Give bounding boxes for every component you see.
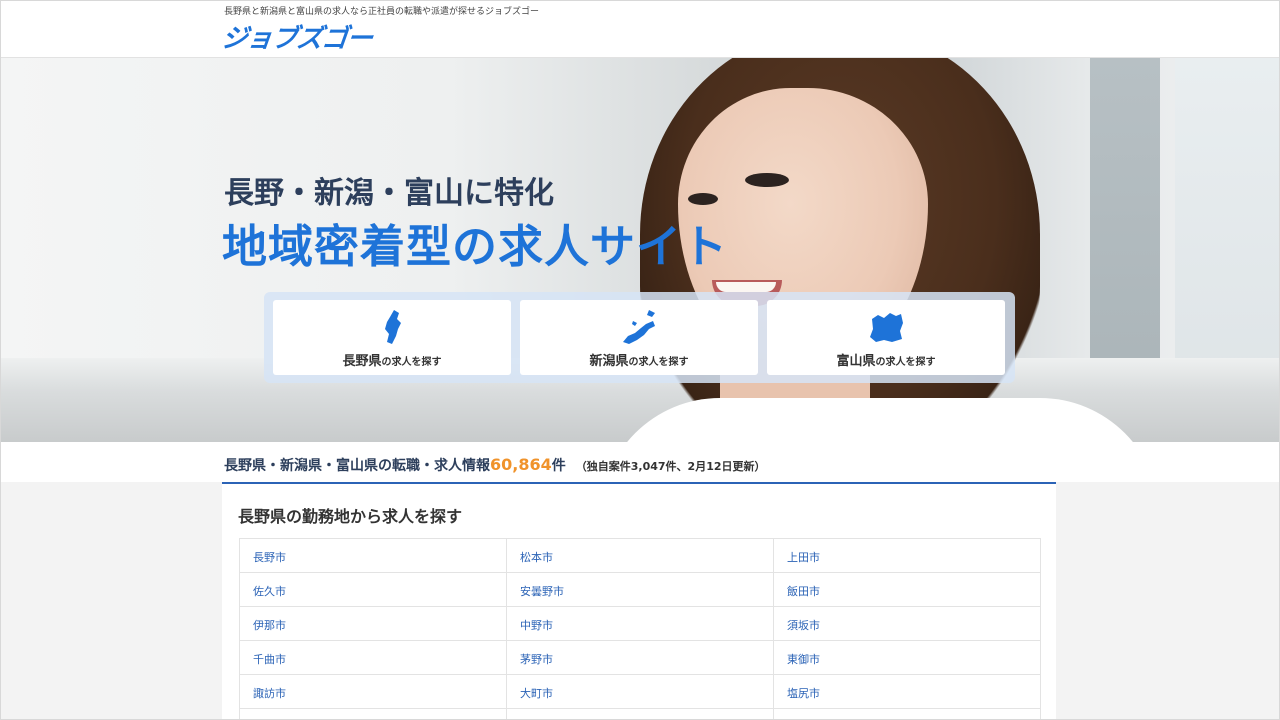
hero-subtitle: 長野・新潟・富山に特化 [224,176,554,211]
toyama-search-button[interactable]: 富山県の求人を探す [767,300,1005,375]
city-link[interactable]: 中野市 [507,607,774,641]
job-stats-bar: 長野県・新潟県・富山県の転職・求人情報60,864件 （独自案件3,047件、2月… [0,442,1280,482]
toyama-map-icon [870,313,903,342]
hero-title: 地域密着型の求人サイト [222,220,729,273]
city-link[interactable]: 塩尻市 [774,675,1041,709]
city-link-table: 長野市 松本市 上田市 佐久市 安曇野市 飯田市 伊那市 中野市 須坂市 千曲市 茅野市 東御市 諏訪市… [239,538,1041,720]
city-row: 伊那市 中野市 須坂市 [240,607,1041,641]
hero-banner: 長野・新潟・富山に特化 地域密着型の求人サイト 長野県の求人を探す 新潟県の求人… [0,58,1280,442]
prefecture-selector: 長野県の求人を探す 新潟県の求人を探す 富山県の求人を探す [264,292,1015,383]
nagano-map-icon [385,310,401,344]
city-link[interactable]: 大町市 [507,675,774,709]
site-tagline: 長野県と新潟県と富山県の求人なら正社員の転職や派遣が探せるジョブズゴー [224,7,540,17]
job-count-unit: 件 [551,458,566,474]
job-count: 60,864 [490,455,552,474]
city-link[interactable]: 伊那市 [240,607,507,641]
toyama-search-label: 富山県の求人を探す [836,354,936,369]
job-stats-label: 長野県・新潟県・富山県の転職・求人情報 [224,458,490,474]
city-link[interactable]: 松本市 [507,539,774,573]
city-link[interactable]: 長野市 [240,539,507,573]
city-row: 諏訪市 大町市 塩尻市 [240,675,1041,709]
city-link[interactable]: 諏訪市 [240,675,507,709]
niigata-search-label: 新潟県の求人を探す [589,354,689,369]
city-link[interactable]: 岡谷市 [507,709,774,720]
city-link[interactable]: 茅野市 [507,641,774,675]
nagano-search-label: 長野県の求人を探す [342,354,442,369]
job-stats-note: （独自案件3,047件、2月12日更新） [575,460,766,473]
city-link[interactable]: 須坂市 [774,607,1041,641]
nagano-city-section: 長野県の勤務地から求人を探す 長野市 松本市 上田市 佐久市 安曇野市 飯田市 伊那市 中野市… [222,482,1056,720]
site-logo[interactable]: ジョブズゴー [220,18,374,55]
site-header: 長野県と新潟県と富山県の求人なら正社員の転職や派遣が探せるジョブズゴー ジョブズ… [0,0,1280,58]
hero-photo-eye [745,173,789,187]
hero-photo-teeth [716,282,776,292]
city-row: 小諸市岡谷市飯山市 [240,709,1041,720]
niigata-map-icon [623,310,655,344]
city-link[interactable]: 安曇野市 [507,573,774,607]
city-link[interactable]: 飯田市 [774,573,1041,607]
city-row: 佐久市 安曇野市 飯田市 [240,573,1041,607]
city-link[interactable]: 飯山市 [774,709,1041,720]
nagano-search-button[interactable]: 長野県の求人を探す [273,300,511,375]
job-stats: 長野県・新潟県・富山県の転職・求人情報60,864件 （独自案件3,047件、2月… [224,455,766,475]
city-row: 長野市 松本市 上田市 [240,539,1041,573]
niigata-search-button[interactable]: 新潟県の求人を探す [520,300,758,375]
hero-photo-eye [688,193,718,205]
section-title: 長野県の勤務地から求人を探す [238,507,463,526]
city-link[interactable]: 小諸市 [240,709,507,720]
city-link[interactable]: 千曲市 [240,641,507,675]
city-link[interactable]: 東御市 [774,641,1041,675]
city-link[interactable]: 佐久市 [240,573,507,607]
city-link[interactable]: 上田市 [774,539,1041,573]
hero-photo-shirt [600,398,1160,442]
city-row: 千曲市 茅野市 東御市 [240,641,1041,675]
